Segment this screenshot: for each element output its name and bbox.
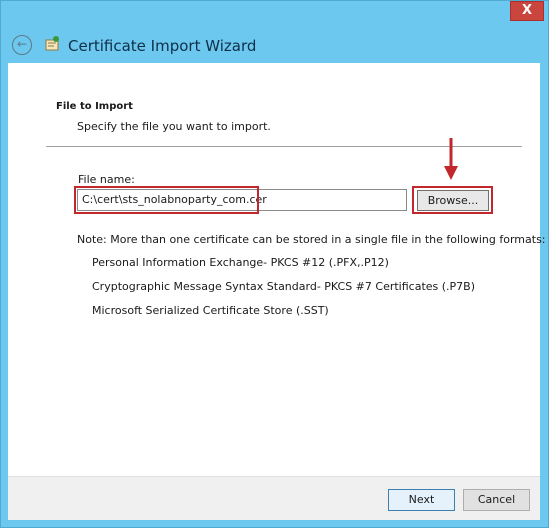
section-subtitle: Specify the file you want to import.	[77, 120, 271, 133]
format-item-pfx: Personal Information Exchange- PKCS #12 …	[92, 256, 389, 269]
format-item-sst: Microsoft Serialized Certificate Store (…	[92, 304, 329, 317]
close-icon: X	[521, 3, 533, 18]
section-title: File to Import	[56, 101, 133, 112]
back-arrow-icon[interactable]: ←	[12, 35, 32, 55]
file-name-label: File name:	[78, 173, 135, 186]
red-down-arrow-icon	[444, 138, 458, 180]
file-name-input[interactable]: C:\cert\sts_nolabnoparty_com.cer	[77, 189, 407, 211]
close-button[interactable]: X	[510, 1, 544, 21]
cancel-button[interactable]: Cancel	[463, 489, 530, 511]
format-item-p7b: Cryptographic Message Syntax Standard- P…	[92, 280, 476, 293]
next-button[interactable]: Next	[388, 489, 455, 511]
browse-button[interactable]: Browse...	[417, 190, 489, 211]
certificate-wizard-icon	[45, 36, 59, 51]
formats-note: Note: More than one certificate can be s…	[77, 233, 546, 246]
wizard-footer	[8, 476, 540, 520]
window-title: Certificate Import Wizard	[68, 37, 257, 55]
